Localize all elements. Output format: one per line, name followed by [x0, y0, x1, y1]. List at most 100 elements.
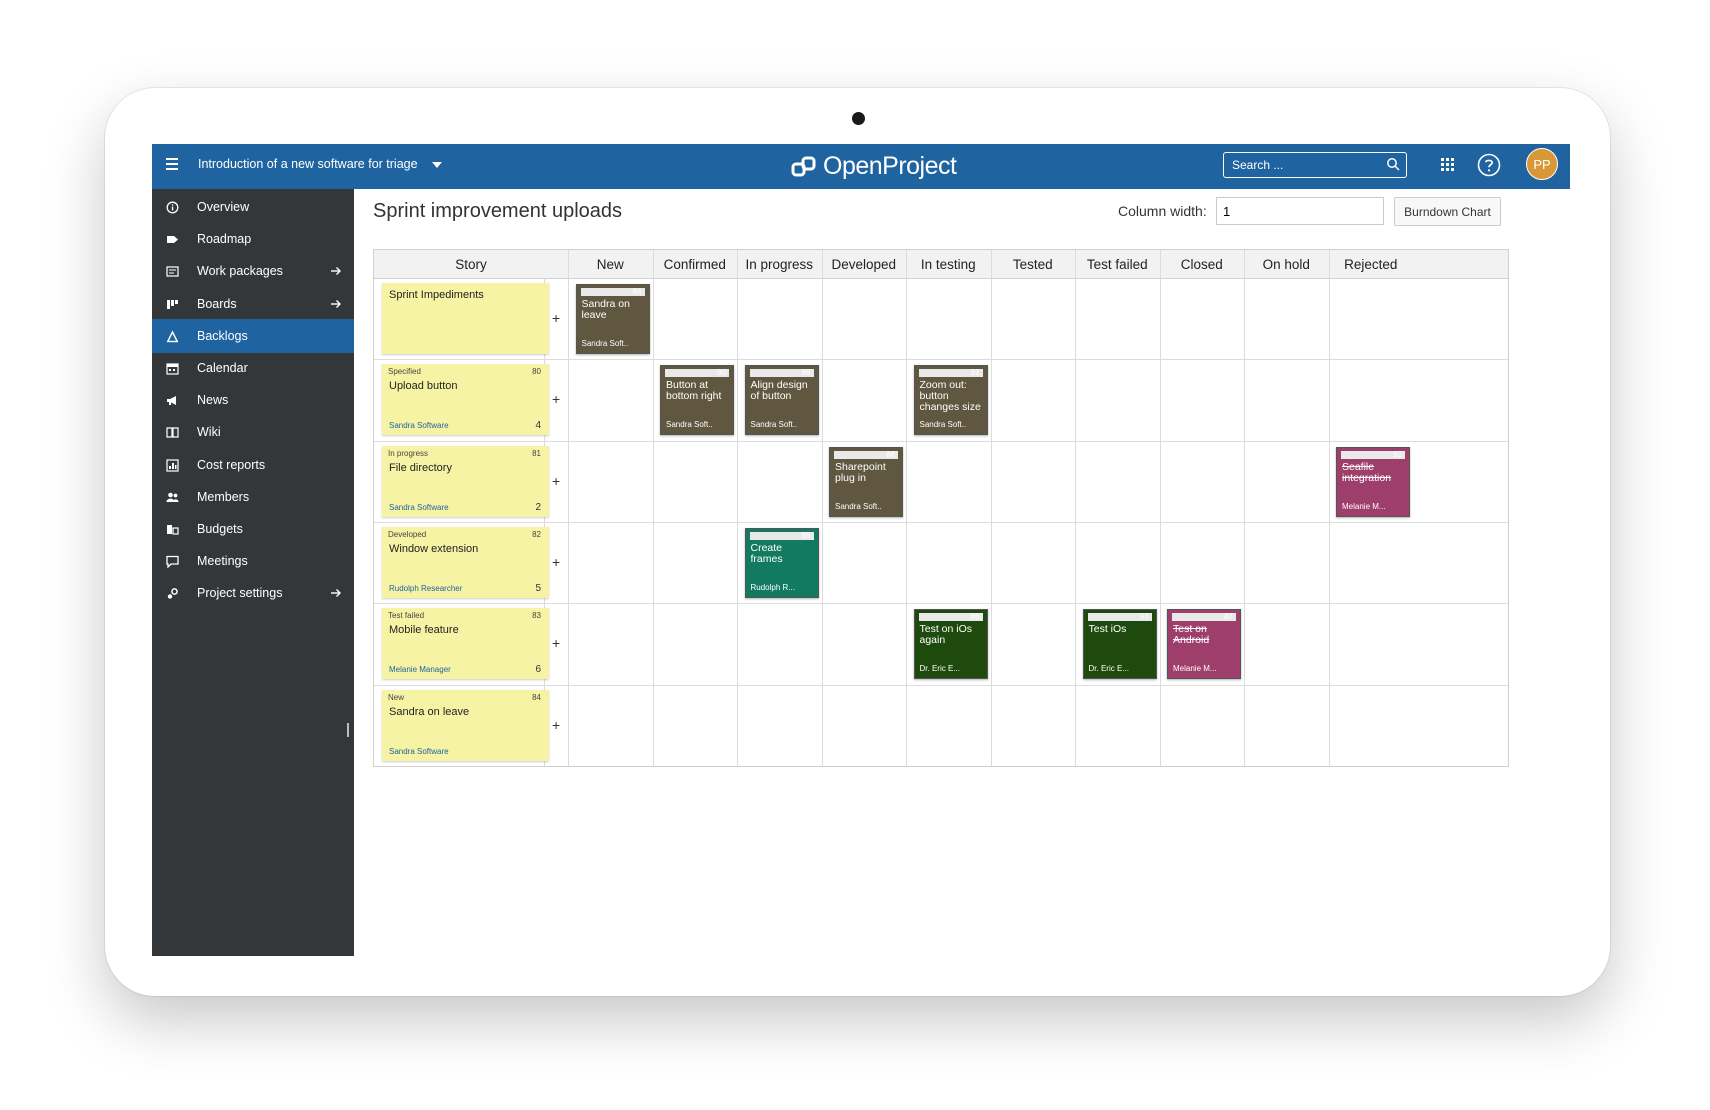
task-owner: Melanie M... [1342, 501, 1386, 511]
modules-grid-icon[interactable] [1441, 158, 1455, 172]
add-task-button[interactable]: + [552, 635, 560, 651]
sidebar-item-label: Work packages [197, 264, 283, 279]
grid-line-horizontal [374, 440, 1508, 442]
task-id[interactable]: 88 [886, 450, 895, 459]
story-points[interactable]: 5 [535, 583, 541, 594]
story-id[interactable]: 84 [532, 693, 541, 702]
burndown-chart-button[interactable]: Burndown Chart [1394, 197, 1501, 226]
gears-icon [167, 588, 178, 600]
story-points[interactable]: 6 [535, 664, 541, 675]
work-packages-icon [166, 266, 179, 277]
story-id[interactable]: 80 [532, 367, 541, 376]
sidebar-item-members[interactable]: Members [152, 480, 354, 514]
task-card[interactable]: 91 Zoom out: button changes size Sandra So… [913, 365, 988, 436]
add-task-button[interactable]: + [552, 473, 560, 489]
story-id[interactable]: 82 [532, 530, 541, 539]
story-id[interactable]: 81 [532, 449, 541, 458]
search-box[interactable] [1223, 152, 1407, 178]
sidebar-resize-handle[interactable] [347, 723, 349, 737]
story-card[interactable]: Specified 80 Upload button Sandra Software 4 [382, 364, 549, 436]
camera-dot [852, 112, 865, 125]
task-card[interactable]: 86 Test on iOs again Dr. Eric E... [913, 609, 988, 680]
story-title[interactable]: Upload button [389, 380, 458, 392]
task-card[interactable]: 87 Test on Android Melanie M... [1167, 609, 1241, 680]
sidebar-item-overview[interactable]: Overview [152, 190, 354, 224]
column-header-in-progress: In progress [745, 257, 814, 272]
column-width-input[interactable] [1216, 197, 1384, 225]
story-card[interactable]: In progress 81 File directory Sandra Softwa… [382, 445, 549, 517]
task-id[interactable]: 90 [717, 368, 726, 377]
sidebar-item-boards[interactable]: Boards [152, 287, 354, 321]
story-title[interactable]: Mobile feature [389, 624, 459, 636]
story-id[interactable]: 83 [532, 611, 541, 620]
sidebar-item-calendar[interactable]: Calendar [152, 351, 354, 385]
column-header-confirmed: Confirmed [663, 257, 726, 272]
task-card[interactable]: 84 Sandra on leave Sandra Soft.. [575, 284, 650, 354]
task-id[interactable]: 87 [1224, 612, 1233, 621]
story-card[interactable]: Developed 82 Window extension Rudolph Resea… [382, 526, 549, 598]
grid-line-vertical [652, 250, 654, 766]
task-owner: Sandra Soft.. [666, 420, 713, 430]
story-card[interactable]: Sprint Impediments [382, 283, 549, 354]
task-id[interactable]: 85 [802, 531, 811, 540]
task-owner: Dr. Eric E... [919, 664, 960, 674]
megaphone-icon [167, 396, 176, 406]
sidebar-item-label: Cost reports [197, 457, 266, 472]
hamburger-menu-icon[interactable] [166, 158, 178, 170]
task-id[interactable]: 92 [1393, 450, 1402, 459]
help-icon[interactable] [1477, 153, 1501, 177]
meetings-icon [166, 556, 179, 569]
story-card[interactable]: Test failed 83 Mobile feature Melanie Manag… [382, 608, 549, 680]
task-owner: Sandra Soft.. [581, 339, 629, 348]
add-task-button[interactable]: + [552, 717, 560, 733]
task-id[interactable]: 84 [633, 287, 642, 296]
task-title: Create frames [750, 541, 783, 565]
task-card[interactable]: 85 Create frames Rudolph R... [744, 527, 819, 598]
task-title: Test iOs [1088, 623, 1127, 636]
task-card[interactable]: 93 Test iOs Dr. Eric E... [1082, 609, 1157, 680]
story-title[interactable]: File directory [389, 462, 452, 474]
grid-line-horizontal [374, 359, 1508, 361]
grid-line-vertical [737, 250, 738, 766]
project-selector[interactable]: Introduction of a new software for triag… [198, 157, 418, 171]
task-card[interactable]: 90 Button at bottom right Sandra Soft.. [660, 365, 734, 436]
taskboard: Story New Confirmed In progress Developed In… [373, 249, 1509, 767]
task-owner: Rudolph R... [750, 582, 795, 592]
sidebar-item-backlogs[interactable]: Backlogs [152, 318, 354, 353]
arrow-right-icon[interactable] [330, 298, 342, 310]
add-task-button[interactable]: + [552, 391, 560, 407]
openproject-logo[interactable]: OpenProject [791, 150, 957, 183]
sidebar-item-news[interactable]: News [152, 383, 354, 417]
sidebar-item-roadmap[interactable]: Roadmap [152, 222, 354, 256]
story-owner: Sandra Software [389, 502, 449, 512]
task-id[interactable]: 89 [802, 368, 811, 377]
add-task-button[interactable]: + [552, 554, 560, 570]
search-icon[interactable] [1386, 157, 1400, 171]
task-id[interactable]: 93 [1140, 612, 1149, 621]
task-card[interactable]: 89 Align design of button Sandra Soft.. [744, 365, 819, 436]
story-title[interactable]: Sandra on leave [389, 706, 469, 718]
story-status: Developed [388, 529, 427, 539]
sidebar-item-project-settings[interactable]: Project settings [152, 576, 354, 610]
story-title[interactable]: Sprint Impediments [389, 289, 484, 301]
arrow-right-icon[interactable] [330, 587, 342, 599]
story-points[interactable]: 2 [535, 502, 541, 513]
add-task-button[interactable]: + [552, 310, 560, 326]
sidebar-item-wiki[interactable]: Wiki [152, 415, 354, 449]
story-points[interactable]: 4 [535, 420, 541, 431]
arrow-right-icon[interactable] [330, 265, 342, 277]
budgets-icon [167, 525, 179, 535]
task-id[interactable]: 86 [971, 612, 980, 621]
story-title[interactable]: Window extension [389, 543, 478, 555]
caret-down-icon[interactable] [432, 162, 442, 168]
sidebar-item-meetings[interactable]: Meetings [152, 544, 354, 578]
task-card[interactable]: 92 Seafile integration Melanie M... [1336, 446, 1410, 517]
sidebar-item-budgets[interactable]: Budgets [152, 512, 354, 546]
user-avatar[interactable]: PP [1526, 148, 1558, 180]
task-id[interactable]: 91 [971, 368, 980, 377]
task-card[interactable]: 88 Sharepoint plug in Sandra Soft.. [829, 446, 903, 517]
search-input[interactable] [1232, 158, 1382, 172]
sidebar-item-cost-reports[interactable]: Cost reports [152, 448, 354, 482]
story-card[interactable]: New 84 Sandra on leave Sandra Software [382, 689, 549, 761]
sidebar-item-work-packages[interactable]: Work packages [152, 254, 354, 288]
